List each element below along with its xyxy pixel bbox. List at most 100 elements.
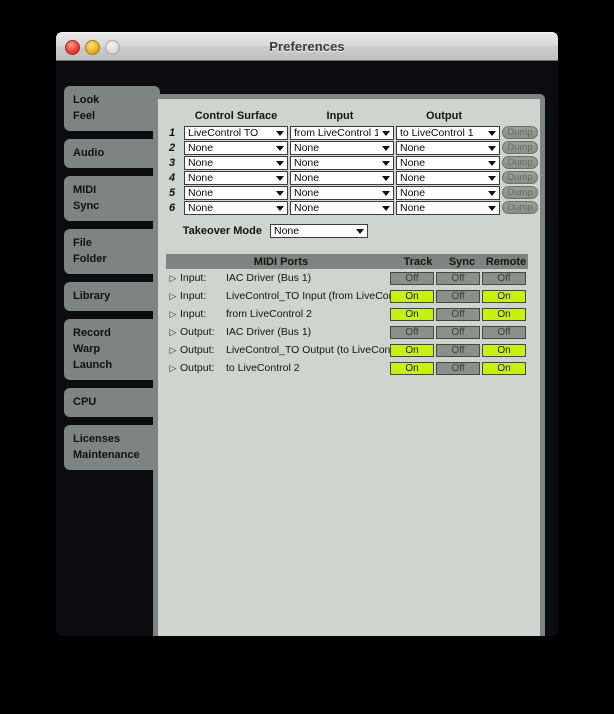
control-surface-input-select-value: None: [294, 156, 320, 169]
track-toggle[interactable]: Off: [390, 325, 434, 339]
remote-toggle[interactable]: Off: [482, 271, 526, 285]
dump-button[interactable]: Dump: [502, 156, 538, 169]
takeover-mode-value: None: [274, 225, 300, 237]
sidebar-item-label: Feel: [73, 110, 96, 122]
control-surface-output-select[interactable]: None: [396, 155, 500, 170]
disclosure-triangle-icon[interactable]: ▷: [166, 287, 180, 305]
midi-port-direction: Output:: [180, 326, 215, 338]
midi-port-direction: Input:: [180, 290, 207, 302]
sync-toggle[interactable]: Off: [436, 361, 480, 375]
control-surface-select[interactable]: None: [184, 185, 288, 200]
remote-toggle[interactable]: On: [482, 307, 526, 321]
midi-port-row: ▷ Output: LiveControl_TO Output (to LiveCo…: [166, 341, 528, 359]
midi-port-row: ▷ Output: to LiveControl 2 On Off On: [166, 359, 528, 377]
sync-toggle[interactable]: Off: [436, 307, 480, 321]
header-track: Track: [403, 255, 433, 268]
sidebar-item-look[interactable]: Look Feel: [64, 86, 160, 131]
sidebar-item-label: Library: [73, 290, 111, 302]
control-surface-select-value: None: [188, 156, 214, 169]
remote-toggle[interactable]: On: [482, 361, 526, 375]
sidebar-item-library[interactable]: Library: [64, 282, 160, 311]
window-title: Preferences: [269, 39, 345, 54]
control-surface-input-select-value: None: [294, 141, 320, 154]
header-output: Output: [425, 110, 463, 122]
midi-port-row: ▷ Input: from LiveControl 2 On Off On: [166, 305, 528, 323]
dump-button[interactable]: Dump: [502, 141, 538, 154]
midi-port-direction: Input:: [180, 272, 207, 284]
control-surface-input-select[interactable]: None: [290, 200, 394, 215]
sidebar-item-label: File: [73, 237, 92, 249]
control-surface-output-select[interactable]: to LiveControl 1: [396, 125, 500, 140]
dump-button[interactable]: Dump: [502, 201, 538, 214]
track-toggle[interactable]: On: [390, 361, 434, 375]
control-surface-input-select[interactable]: None: [290, 170, 394, 185]
remote-toggle[interactable]: On: [482, 289, 526, 303]
disclosure-triangle-icon[interactable]: ▷: [166, 341, 180, 359]
control-surface-input-select[interactable]: None: [290, 185, 394, 200]
dump-button[interactable]: Dump: [502, 171, 538, 184]
midi-port-direction: Output:: [180, 344, 215, 356]
sidebar-item-midi[interactable]: MIDI Sync: [64, 176, 160, 221]
midi-port-row: ▷ Input: IAC Driver (Bus 1) Off Off Off: [166, 269, 528, 287]
control-surface-input-select[interactable]: None: [290, 155, 394, 170]
sync-toggle[interactable]: Off: [436, 325, 480, 339]
control-surface-input-select-value: None: [294, 201, 320, 214]
disclosure-triangle-icon[interactable]: ▷: [166, 305, 180, 323]
sidebar-item-licenses[interactable]: Licenses Maintenance: [64, 425, 160, 470]
row-number: 4: [169, 171, 176, 184]
sync-toggle[interactable]: Off: [436, 343, 480, 357]
control-surface-row: 4 None None None Dump: [166, 170, 538, 185]
sidebar-item-label: Sync: [73, 200, 100, 212]
content-panel: Control Surface Input Output 1 LiveContro…: [153, 94, 545, 636]
control-surface-select[interactable]: None: [184, 200, 288, 215]
dump-button[interactable]: Dump: [502, 186, 538, 199]
control-surface-select[interactable]: None: [184, 170, 288, 185]
track-toggle[interactable]: On: [390, 307, 434, 321]
chevron-down-icon: [382, 190, 390, 196]
window-titlebar[interactable]: Preferences: [56, 32, 558, 61]
sidebar-item-record[interactable]: Record Warp Launch: [64, 319, 160, 380]
control-surface-output-select[interactable]: None: [396, 140, 500, 155]
chevron-down-icon: [276, 130, 284, 136]
control-surface-select-value: None: [188, 141, 214, 154]
sidebar-item-label: CPU: [73, 396, 97, 408]
track-toggle[interactable]: Off: [390, 271, 434, 285]
chevron-down-icon: [382, 205, 390, 211]
chevron-down-icon: [276, 175, 284, 181]
control-surface-row: 2 None None None Dump: [166, 140, 538, 155]
chevron-down-icon: [276, 190, 284, 196]
midi-port-name: IAC Driver (Bus 1): [226, 326, 312, 338]
control-surface-output-select[interactable]: None: [396, 185, 500, 200]
control-surface-select[interactable]: None: [184, 140, 288, 155]
takeover-mode-select[interactable]: None: [270, 224, 368, 238]
control-surface-input-select[interactable]: from LiveControl 1: [290, 125, 394, 140]
sidebar-item-cpu[interactable]: CPU: [64, 388, 160, 417]
control-surface-select[interactable]: None: [184, 155, 288, 170]
chevron-down-icon: [488, 160, 496, 166]
sync-toggle[interactable]: Off: [436, 289, 480, 303]
control-surface-input-select[interactable]: None: [290, 140, 394, 155]
sidebar-item-label: Audio: [73, 147, 105, 159]
track-toggle[interactable]: On: [390, 343, 434, 357]
control-surface-input-select-value: None: [294, 186, 320, 199]
header-input: Input: [326, 110, 354, 122]
disclosure-triangle-icon[interactable]: ▷: [166, 323, 180, 341]
disclosure-triangle-icon[interactable]: ▷: [166, 269, 180, 287]
control-surface-row: 6 None None None Dump: [166, 200, 538, 215]
control-surface-output-select[interactable]: None: [396, 200, 500, 215]
remote-toggle[interactable]: Off: [482, 325, 526, 339]
control-surface-input-select-value: None: [294, 171, 320, 184]
control-surface-output-select[interactable]: None: [396, 170, 500, 185]
control-surface-output-select-value: None: [400, 156, 426, 169]
track-toggle[interactable]: On: [390, 289, 434, 303]
midi-port-direction: Input:: [180, 308, 207, 320]
sidebar-item-audio[interactable]: Audio: [64, 139, 160, 168]
dump-button[interactable]: Dump: [502, 126, 538, 139]
midi-port-name: LiveControl_TO Output (to LiveContr: [226, 344, 390, 356]
sidebar-item-file[interactable]: File Folder: [64, 229, 160, 274]
midi-ports-rows: ▷ Input: IAC Driver (Bus 1) Off Off Off ▷ Input…: [166, 269, 528, 377]
control-surface-select[interactable]: LiveControl TO: [184, 125, 288, 140]
remote-toggle[interactable]: On: [482, 343, 526, 357]
sync-toggle[interactable]: Off: [436, 271, 480, 285]
disclosure-triangle-icon[interactable]: ▷: [166, 359, 180, 377]
